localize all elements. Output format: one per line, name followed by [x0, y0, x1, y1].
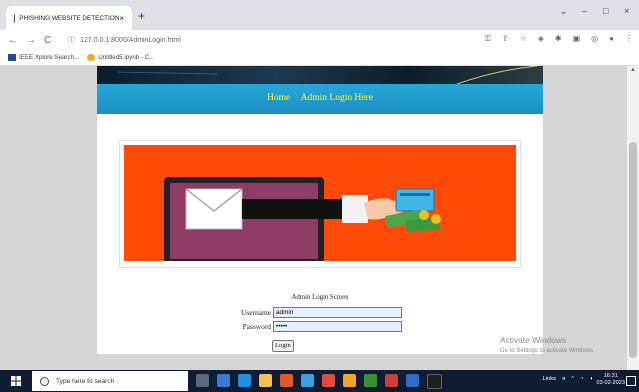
toolbar-icons: ⚿ ⇪ ☆ ◈ ✱ ▣ ◎ ● ⋮ — [485, 34, 633, 44]
username-row: Username — [97, 307, 543, 318]
app-icon-1[interactable] — [217, 374, 230, 387]
taskbar-search[interactable]: Type here to search — [32, 371, 188, 391]
chrome-icon[interactable] — [322, 374, 335, 387]
minimize-button[interactable]: – — [582, 6, 587, 16]
clock-date: 03-02-2023 — [596, 380, 625, 386]
search-placeholder: Type here to search — [56, 377, 115, 385]
app-icon-3[interactable] — [301, 374, 314, 387]
colab-bookmark-icon — [87, 54, 96, 61]
windows-start-icon[interactable] — [11, 376, 21, 386]
content-panel: Admin Login Screen Username Password Log… — [97, 114, 543, 354]
password-input[interactable] — [273, 321, 402, 332]
scrollbar-thumb[interactable] — [629, 142, 637, 358]
page-viewport: Home Admin Login Here Admin Login Screen… — [0, 66, 627, 370]
maximize-button[interactable]: □ — [603, 6, 608, 16]
sidepanel-icon[interactable]: ▣ — [573, 34, 581, 44]
nav-bar: Home Admin Login Here — [97, 84, 543, 114]
notification-icon[interactable] — [626, 376, 636, 386]
clock[interactable]: 16:31 03-02-2023 — [596, 373, 625, 387]
task-view-icon[interactable] — [196, 374, 209, 387]
ieee-bookmark-icon — [8, 54, 16, 61]
forward-icon[interactable]: → — [26, 35, 36, 46]
app-icon-6[interactable] — [385, 374, 398, 387]
tab-close-icon[interactable]: × — [119, 14, 124, 23]
people-icon[interactable]: ᴙ — [562, 376, 565, 382]
nav-home-link[interactable]: Home — [267, 93, 290, 103]
close-window-button[interactable]: × — [624, 6, 629, 16]
taskbar: Type here to search Links ᴙ ^ ◔ ◖ 16:31 … — [0, 370, 639, 392]
activate-windows-watermark: Activate Windows Go to Settings to activ… — [500, 335, 595, 354]
key-icon[interactable]: ⚿ — [485, 34, 491, 44]
username-label: Username — [241, 308, 271, 317]
extension-green-icon[interactable]: ● — [609, 34, 614, 44]
login-button[interactable]: Login — [272, 340, 294, 352]
network-icon[interactable]: ◔ — [580, 376, 584, 382]
word-icon[interactable] — [406, 374, 419, 387]
header-banner — [97, 66, 543, 84]
browser-tab[interactable]: PHISHING WEBSITE DETECTION × — [6, 6, 132, 30]
phishing-illustration — [164, 177, 441, 263]
username-input[interactable] — [273, 307, 402, 318]
volume-icon[interactable]: ◖ — [589, 376, 593, 382]
header-decoration — [116, 66, 538, 84]
menu-icon[interactable]: ⋮ — [625, 34, 633, 44]
address-bar[interactable]: ⓘ 127.0.0.1:8000/AdminLogin.html — [68, 33, 528, 47]
share-icon[interactable]: ⇪ — [502, 34, 509, 44]
terminal-icon[interactable] — [427, 374, 442, 389]
bookmark-ieee[interactable]: IEEE Xplore Search... — [19, 54, 79, 61]
star-icon[interactable]: ☆ — [520, 34, 527, 44]
shield-icon[interactable]: ◈ — [538, 34, 544, 44]
app-icon-5[interactable] — [364, 374, 377, 387]
password-label: Password — [242, 322, 271, 331]
edge-icon[interactable] — [238, 374, 251, 387]
extensions-icon[interactable]: ✱ — [555, 34, 562, 44]
back-icon[interactable]: ← — [8, 35, 18, 46]
bookmark-colab[interactable]: Untitled5.ipynb - C... — [98, 54, 154, 61]
profile-icon[interactable]: ◎ — [591, 34, 598, 44]
taskbar-apps — [196, 374, 442, 389]
password-row: Password — [97, 321, 543, 332]
nav-admin-login-link[interactable]: Admin Login Here — [301, 93, 373, 103]
phishing-banner-image — [124, 145, 516, 263]
links-label[interactable]: Links — [543, 376, 557, 382]
banner-frame — [119, 140, 521, 268]
system-tray: Links ᴙ ^ ◔ ◖ — [543, 376, 593, 382]
watermark-subtitle: Go to Settings to activate Windows. — [500, 348, 595, 354]
new-tab-button[interactable]: + — [138, 9, 145, 23]
tab-title: PHISHING WEBSITE DETECTION — [19, 14, 120, 22]
tab-search-icon[interactable]: ⌄ — [560, 6, 568, 17]
site-info-icon[interactable]: ⓘ — [68, 35, 75, 45]
chevron-up-icon[interactable]: ^ — [571, 376, 574, 382]
url-text: 127.0.0.1:8000/AdminLogin.html — [80, 36, 181, 44]
reload-icon[interactable]: C — [44, 35, 51, 46]
bookmarks-bar: IEEE Xplore Search... Untitled5.ipynb - … — [0, 50, 639, 66]
file-explorer-icon[interactable] — [259, 374, 272, 387]
scroll-up-icon[interactable]: ▲ — [630, 67, 636, 73]
search-icon — [40, 376, 49, 386]
app-icon-2[interactable] — [280, 374, 293, 387]
watermark-title: Activate Windows — [500, 335, 567, 345]
tab-strip: PHISHING WEBSITE DETECTION × + ⌄ – □ × — [0, 0, 639, 30]
login-title: Admin Login Screen — [291, 294, 349, 301]
clock-time: 16:31 — [603, 373, 618, 379]
app-icon-4[interactable] — [343, 374, 356, 387]
